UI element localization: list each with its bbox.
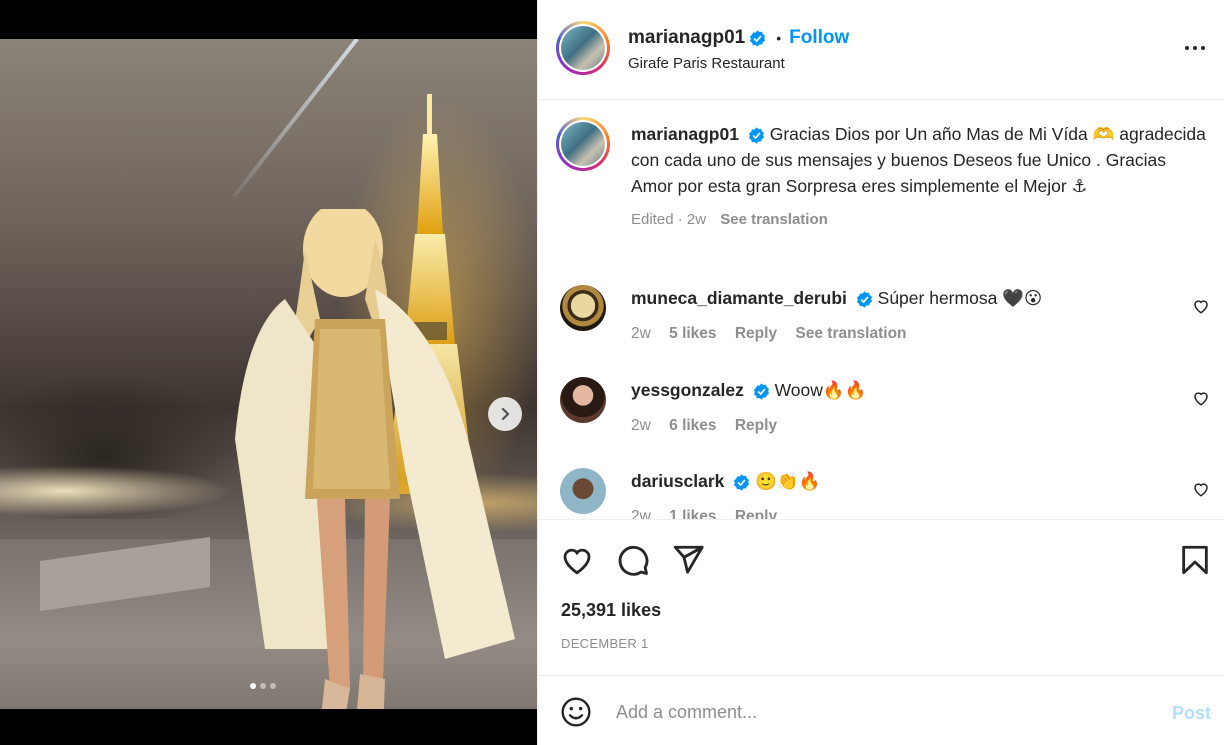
commenter-avatar[interactable] (560, 285, 606, 331)
post-photo[interactable] (0, 39, 537, 709)
likes-count[interactable]: 25,391 likes (561, 600, 661, 621)
commenter-username[interactable]: dariusclark (631, 471, 724, 491)
emoji-icon[interactable] (560, 696, 592, 728)
comment-input[interactable] (616, 695, 1156, 729)
comment-body: yessgonzalez Woow🔥🔥 2w 6 likes Reply (631, 377, 866, 439)
comment-text: 🙂👏🔥 (755, 471, 821, 491)
reply-button[interactable]: Reply (735, 325, 777, 342)
caption-avatar[interactable] (556, 117, 610, 171)
woman-in-coat-image (235, 209, 515, 709)
post-media (0, 0, 537, 745)
commenter-username[interactable]: muneca_diamante_derubi (631, 288, 847, 308)
comment-item: yessgonzalez Woow🔥🔥 2w 6 likes Reply (560, 377, 1215, 457)
comment-meta: 2w 6 likes Reply (631, 413, 866, 439)
comment-body: dariusclark 🙂👏🔥 2w 1 likes Reply (631, 468, 821, 520)
post-location[interactable]: Girafe Paris Restaurant (628, 55, 785, 72)
reply-button[interactable]: Reply (735, 508, 777, 519)
caption-username[interactable]: marianagp01 (631, 124, 739, 144)
commenter-username[interactable]: yessgonzalez (631, 380, 744, 400)
comment-likes[interactable]: 5 likes (669, 325, 716, 342)
carousel-dot-1 (250, 683, 256, 689)
comment-age: 2w (631, 508, 651, 520)
comment-age: 2w (631, 417, 651, 434)
caption-body: marianagp01 Gracias Dios por Un año Mas … (631, 121, 1206, 233)
verified-badge-icon (748, 127, 764, 144)
heart-icon[interactable] (560, 543, 594, 577)
comment-item: dariusclark 🙂👏🔥 2w 1 likes Reply (560, 468, 1215, 520)
more-options-icon[interactable] (1183, 36, 1207, 60)
carousel-indicator (250, 683, 276, 689)
verified-badge-icon (734, 474, 750, 491)
commenter-avatar[interactable] (560, 377, 606, 423)
post-header: marianagp01 • Follow Girafe Paris Restau… (538, 0, 1224, 100)
comment-age: 2w (631, 325, 651, 342)
comment-composer: Post (538, 677, 1224, 745)
author-username[interactable]: marianagp01 (628, 27, 745, 49)
author-avatar[interactable] (556, 21, 610, 75)
comment-icon[interactable] (616, 543, 650, 577)
post-comment-button[interactable]: Post (1172, 703, 1211, 724)
chevron-right-icon (501, 407, 510, 421)
post-actions: 25,391 likes DECEMBER 1 (538, 521, 1224, 676)
verified-badge-icon (750, 29, 766, 47)
comment-likes[interactable]: 6 likes (669, 417, 716, 434)
comment-likes[interactable]: 1 likes (669, 508, 716, 519)
caption-edited: Edited (631, 211, 674, 228)
follow-button[interactable]: Follow (789, 27, 849, 49)
see-translation-link[interactable]: See translation (720, 211, 828, 228)
author-row: marianagp01 • Follow (628, 27, 849, 49)
post-date[interactable]: DECEMBER 1 (561, 636, 649, 651)
like-comment-heart-icon[interactable] (1192, 480, 1210, 498)
comment-item: muneca_diamante_derubi Súper hermosa 🖤😮 … (560, 285, 1215, 365)
see-translation-link[interactable]: See translation (795, 325, 906, 342)
verified-badge-icon (856, 291, 872, 308)
caption-meta: Edited · 2w See translation (631, 211, 828, 228)
reply-button[interactable]: Reply (735, 417, 777, 434)
bookmark-icon[interactable] (1178, 543, 1212, 577)
caption-age: 2w (686, 211, 707, 228)
post-details-panel: marianagp01 • Follow Girafe Paris Restau… (537, 0, 1224, 745)
comment-meta: 2w 5 likes Reply See translation (631, 321, 1042, 347)
carousel-dot-2 (260, 683, 266, 689)
comment-text: Súper hermosa 🖤😮 (877, 288, 1043, 308)
comments-section[interactable]: marianagp01 Gracias Dios por Un año Mas … (538, 101, 1224, 520)
share-icon[interactable] (671, 543, 705, 577)
verified-badge-icon (753, 383, 769, 400)
carousel-next-button[interactable] (488, 397, 522, 431)
commenter-avatar[interactable] (560, 468, 606, 514)
comment-body: muneca_diamante_derubi Súper hermosa 🖤😮 … (631, 285, 1042, 347)
like-comment-heart-icon[interactable] (1192, 297, 1210, 315)
like-comment-heart-icon[interactable] (1192, 389, 1210, 407)
carousel-dot-3 (270, 683, 276, 689)
comment-meta: 2w 1 likes Reply (631, 504, 821, 520)
comment-text: Woow🔥🔥 (774, 380, 867, 400)
separator-dot: • (776, 30, 782, 46)
